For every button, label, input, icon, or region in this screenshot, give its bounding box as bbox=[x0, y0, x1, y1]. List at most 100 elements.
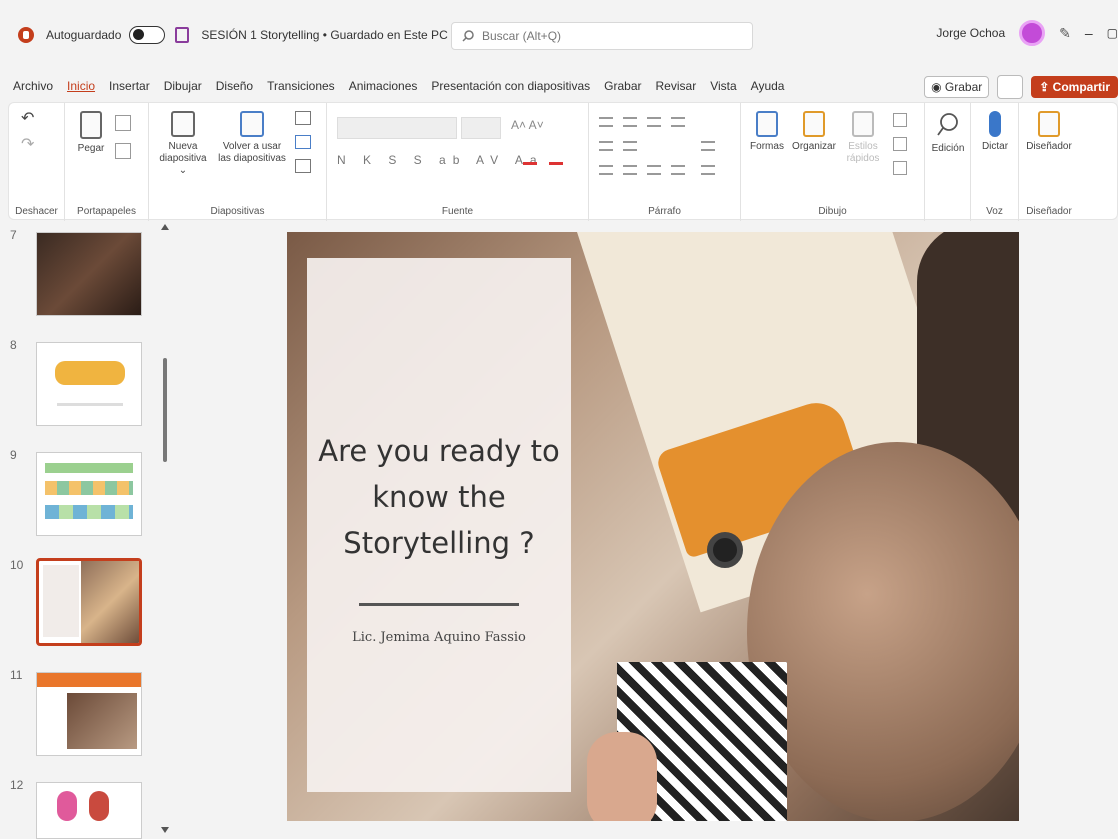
highlight-icon[interactable] bbox=[523, 151, 537, 165]
slide-thumbnail-8[interactable] bbox=[36, 342, 142, 426]
align-right-icon[interactable] bbox=[647, 165, 661, 175]
shape-outline-icon[interactable] bbox=[893, 137, 907, 151]
align-left-icon[interactable] bbox=[599, 165, 613, 175]
record-button[interactable]: ◉ Grabar bbox=[924, 76, 990, 98]
microphone-icon bbox=[989, 111, 1001, 137]
designer-label: Diseñador bbox=[1026, 141, 1072, 152]
voice-group: Dictar Voz bbox=[971, 103, 1019, 221]
undo-group-label: Deshacer bbox=[15, 206, 58, 217]
tab-presentacion[interactable]: Presentación con diapositivas bbox=[424, 79, 597, 93]
justify-icon[interactable] bbox=[671, 165, 685, 175]
font-format-buttons[interactable]: N K S S ab AV Aa bbox=[337, 153, 544, 167]
smartart-icon[interactable] bbox=[701, 165, 715, 175]
thumbnails-scrollbar[interactable] bbox=[160, 222, 170, 839]
tab-animaciones[interactable]: Animaciones bbox=[342, 79, 425, 93]
decrease-indent-icon[interactable] bbox=[647, 117, 661, 127]
slide-thumbnail-7[interactable] bbox=[36, 232, 142, 316]
font-size-select[interactable] bbox=[461, 117, 501, 139]
clipboard-group: Pegar Portapapeles bbox=[65, 103, 149, 221]
autosave-label: Autoguardado bbox=[46, 28, 122, 42]
scroll-down-icon[interactable] bbox=[161, 827, 169, 833]
bullets-icon[interactable] bbox=[599, 117, 613, 127]
restore-button[interactable]: ▢ bbox=[1107, 26, 1118, 40]
title-text-panel[interactable]: Are you ready to know the Storytelling ?… bbox=[307, 258, 571, 792]
reuse-slides-button[interactable]: Volver a usar las diapositivas bbox=[217, 111, 287, 165]
align-text-icon[interactable] bbox=[701, 141, 715, 151]
tab-inicio[interactable]: Inicio bbox=[60, 79, 102, 93]
scroll-up-icon[interactable] bbox=[161, 224, 169, 230]
current-slide[interactable]: Are you ready to know the Storytelling ?… bbox=[287, 232, 1019, 821]
undo-icon[interactable]: ↶ bbox=[21, 111, 34, 127]
tab-transiciones[interactable]: Transiciones bbox=[260, 79, 342, 93]
paragraph-group: Párrafo bbox=[589, 103, 741, 221]
copy-icon[interactable] bbox=[115, 115, 131, 131]
tab-dibujar[interactable]: Dibujar bbox=[157, 79, 209, 93]
thumb-number: 9 bbox=[10, 448, 17, 462]
tab-insertar[interactable]: Insertar bbox=[102, 79, 157, 93]
save-icon[interactable] bbox=[175, 27, 190, 43]
arrange-button[interactable]: Organizar bbox=[789, 111, 839, 153]
dictate-label: Dictar bbox=[981, 141, 1009, 152]
slide-subtitle[interactable]: Lic. Jemima Aquino Fassio bbox=[307, 630, 571, 645]
pen-icon[interactable]: ✎ bbox=[1059, 25, 1071, 42]
slide-thumbnail-10[interactable] bbox=[36, 558, 142, 646]
text-direction-icon[interactable] bbox=[599, 141, 613, 151]
new-slide-label: Nueva diapositiva ⌄ bbox=[159, 141, 207, 176]
share-button[interactable]: ⇪ Compartir bbox=[1031, 76, 1118, 98]
clipboard-icon bbox=[80, 111, 102, 139]
format-painter-icon[interactable] bbox=[115, 143, 131, 159]
shapes-button[interactable]: Formas bbox=[747, 111, 787, 153]
slide-thumbnail-12[interactable] bbox=[36, 782, 142, 839]
reuse-slides-icon bbox=[240, 111, 264, 137]
user-name[interactable]: Jorge Ochoa bbox=[936, 26, 1005, 40]
tab-revisar[interactable]: Revisar bbox=[649, 79, 704, 93]
avatar[interactable] bbox=[1019, 20, 1046, 46]
tab-archivo[interactable]: Archivo bbox=[6, 79, 60, 93]
scrollbar-thumb[interactable] bbox=[163, 358, 167, 462]
document-title[interactable]: SESIÓN 1 Storytelling • Guardado en Este… bbox=[201, 28, 461, 42]
shape-effects-icon[interactable] bbox=[893, 161, 907, 175]
tab-ayuda[interactable]: Ayuda bbox=[744, 79, 792, 93]
designer-button[interactable]: Diseñador bbox=[1023, 111, 1075, 153]
search-input[interactable]: Buscar (Alt+Q) bbox=[451, 22, 753, 50]
edit-label: Edición bbox=[931, 143, 965, 154]
autosave-toggle[interactable] bbox=[129, 26, 166, 44]
paste-button[interactable]: Pegar bbox=[73, 111, 109, 155]
slide-thumbnail-11[interactable] bbox=[36, 672, 142, 756]
align-center-icon[interactable] bbox=[623, 165, 637, 175]
tab-vista[interactable]: Vista bbox=[703, 79, 743, 93]
font-name-select[interactable] bbox=[337, 117, 457, 139]
font-group: A˄ A˅ N K S S ab AV Aa Fuente bbox=[327, 103, 589, 221]
comments-button[interactable] bbox=[997, 75, 1024, 99]
drawing-group: Formas Organizar Estilos rápidos Dibujo bbox=[741, 103, 925, 221]
quick-styles-button[interactable]: Estilos rápidos bbox=[841, 111, 885, 165]
reset-icon[interactable] bbox=[295, 135, 311, 149]
shapes-icon bbox=[756, 111, 778, 137]
thumb-number: 10 bbox=[10, 558, 24, 572]
slide-thumbnail-9[interactable] bbox=[36, 452, 142, 536]
new-slide-button[interactable]: Nueva diapositiva ⌄ bbox=[155, 111, 211, 177]
columns-icon[interactable] bbox=[623, 141, 637, 151]
tab-diseno[interactable]: Diseño bbox=[209, 79, 260, 93]
clipboard-group-label: Portapapeles bbox=[77, 206, 136, 217]
minimize-button[interactable]: – bbox=[1085, 25, 1093, 41]
shape-fill-icon[interactable] bbox=[893, 113, 907, 127]
grow-font-icon[interactable]: A˄ A˅ bbox=[511, 119, 544, 131]
thumb-number: 8 bbox=[10, 338, 17, 352]
new-slide-icon bbox=[171, 111, 195, 137]
section-icon[interactable] bbox=[295, 159, 311, 173]
font-color-icon[interactable] bbox=[549, 151, 563, 165]
redo-icon[interactable]: ↷ bbox=[21, 137, 34, 153]
dictate-button[interactable]: Dictar bbox=[977, 111, 1013, 153]
layout-icon[interactable] bbox=[295, 111, 311, 125]
title-divider bbox=[359, 603, 519, 606]
arrange-label: Organizar bbox=[792, 141, 836, 152]
tab-grabar[interactable]: Grabar bbox=[597, 79, 648, 93]
numbering-icon[interactable] bbox=[623, 117, 637, 127]
edit-button[interactable]: Edición bbox=[929, 111, 967, 155]
slide-title[interactable]: Are you ready to know the Storytelling ? bbox=[307, 428, 571, 566]
voice-group-label: Voz bbox=[986, 206, 1003, 217]
truck-wheel bbox=[707, 532, 743, 568]
editing-group: Edición bbox=[925, 103, 971, 221]
line-spacing-icon[interactable] bbox=[671, 117, 685, 127]
